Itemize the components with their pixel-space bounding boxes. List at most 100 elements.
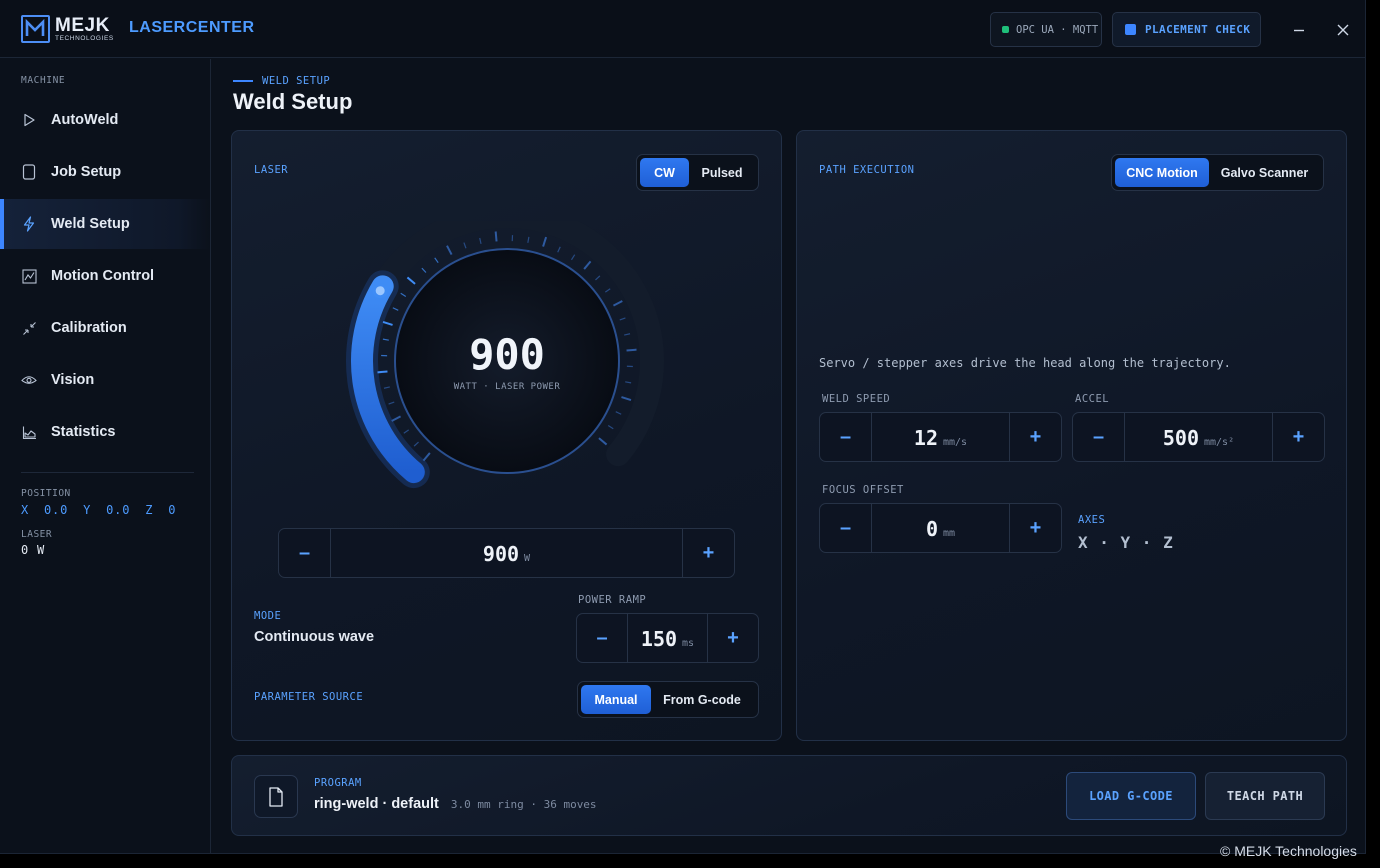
source-gcode-option[interactable]: From G-code (651, 685, 753, 714)
mode-label: MODE (254, 610, 282, 622)
brand-logo: MEJK TECHNOLOGIES (21, 15, 114, 43)
power-arc-knob (372, 283, 388, 299)
laser-power-stepper: – 900 W + (278, 528, 735, 578)
dial-tick (413, 441, 419, 447)
close-button[interactable] (1329, 16, 1357, 44)
accel-unit: mm/s² (1204, 437, 1235, 448)
load-gcode-button[interactable]: LOAD G-CODE (1066, 772, 1196, 820)
parameter-source-label: PARAMETER SOURCE (254, 691, 364, 703)
focus-decrement-button[interactable]: – (820, 504, 872, 552)
play-icon (21, 112, 37, 128)
teach-path-button[interactable]: TEACH PATH (1205, 772, 1325, 820)
dial-tick (422, 452, 431, 462)
sidebar-item-weld-setup[interactable]: Weld Setup (0, 199, 210, 249)
power-ramp-label: POWER RAMP (578, 594, 647, 606)
dial-tick (557, 246, 561, 253)
sidebar-item-statistics[interactable]: Statistics (0, 407, 210, 457)
sidebar-divider (21, 472, 194, 473)
dial-tick (377, 370, 388, 374)
speed-decrement-button[interactable]: – (820, 413, 872, 461)
dial-tick (434, 257, 439, 264)
dial-readout: 900 WATT · LASER POWER (396, 328, 618, 392)
parameter-source-toggle: Manual From G-code (577, 681, 759, 718)
accel-label: ACCEL (1075, 393, 1110, 405)
position-readout: X 0.0 Y 0.0 Z 0 (21, 503, 191, 517)
brand-subtitle: TECHNOLOGIES (55, 34, 114, 42)
placement-square-icon (1125, 24, 1136, 35)
program-file-icon (254, 775, 298, 818)
mode-cw-option[interactable]: CW (640, 158, 689, 187)
sidebar-item-label: Motion Control (51, 268, 155, 284)
dial-tick (494, 231, 498, 242)
dial-tick (388, 401, 395, 405)
page-title: Weld Setup (233, 89, 353, 114)
placement-check-button[interactable]: PLACEMENT CHECK (1112, 12, 1261, 47)
dial-tick (382, 320, 393, 326)
focus-increment-button[interactable]: + (1009, 504, 1061, 552)
app-window: MEJK TECHNOLOGIES LASERCENTER OPC UA · M… (0, 0, 1366, 854)
source-manual-option[interactable]: Manual (581, 685, 651, 714)
eye-icon (21, 372, 37, 388)
laser-card-title: LASER (254, 164, 289, 176)
accel-input-value[interactable]: 500 (1163, 426, 1199, 450)
laser-power-value: 900 (469, 330, 545, 379)
focus-offset-label: FOCUS OFFSET (822, 484, 904, 496)
dial-tick (619, 317, 626, 321)
focus-input-value[interactable]: 0 (926, 517, 938, 541)
weld-speed-label: WELD SPEED (822, 393, 891, 405)
accel-increment-button[interactable]: + (1272, 413, 1324, 461)
path-mode-toggle: CNC Motion Galvo Scanner (1111, 154, 1324, 191)
minimize-button[interactable] (1285, 16, 1313, 44)
laser-power-caption: WATT · LASER POWER (453, 382, 561, 392)
status-dot-icon (1002, 26, 1009, 33)
ramp-increment-button[interactable]: + (707, 614, 758, 662)
power-ramp-stepper: – 150 ms + (576, 613, 759, 663)
document-icon (21, 164, 37, 180)
power-input-value[interactable]: 900 (483, 542, 519, 566)
power-unit: W (524, 553, 531, 564)
logo-mark-icon (21, 15, 50, 43)
axes-label: AXES (1078, 514, 1106, 526)
ramp-input-value[interactable]: 150 (641, 627, 677, 651)
power-decrement-button[interactable]: – (279, 529, 331, 577)
dial-tick (383, 386, 390, 389)
connection-status[interactable]: OPC UA · MQTT (990, 12, 1102, 47)
ramp-decrement-button[interactable]: – (577, 614, 628, 662)
path-description: Servo / stepper axes drive the head alon… (819, 356, 1231, 370)
program-bar: PROGRAM ring-weld · default 3.0 mm ring … (231, 755, 1347, 836)
galvo-scanner-option[interactable]: Galvo Scanner (1209, 158, 1320, 187)
cnc-motion-option[interactable]: CNC Motion (1115, 158, 1209, 187)
speed-increment-button[interactable]: + (1009, 413, 1061, 461)
speed-unit: mm/s (943, 437, 968, 448)
sidebar-item-label: Statistics (51, 424, 116, 440)
focus-offset-stepper: – 0 mm + (819, 503, 1062, 553)
compress-arrows-icon (21, 320, 37, 336)
sidebar-item-calibration[interactable]: Calibration (0, 303, 210, 353)
brand-name: MEJK (55, 14, 110, 36)
dial-tick (463, 242, 467, 249)
laser-card: LASER CW Pulsed 900 WATT · LASER POWER –… (231, 130, 782, 741)
power-increment-button[interactable]: + (682, 529, 734, 577)
dial-tick (604, 288, 611, 293)
sidebar-item-vision[interactable]: Vision (0, 355, 210, 405)
chart-line-icon (21, 268, 37, 284)
dial-tick (625, 381, 632, 384)
dial-tick (595, 275, 601, 281)
dial-tick (406, 276, 416, 285)
accel-decrement-button[interactable]: – (1073, 413, 1125, 461)
close-icon (1337, 24, 1349, 36)
sidebar-item-job-setup[interactable]: Job Setup (0, 147, 210, 197)
dial-tick (391, 415, 402, 422)
path-execution-card: PATH EXECUTION CNC Motion Galvo Scanner … (796, 130, 1347, 741)
speed-input-value[interactable]: 12 (914, 426, 938, 450)
mode-pulsed-option[interactable]: Pulsed (689, 158, 755, 187)
placement-check-label: PLACEMENT CHECK (1145, 23, 1251, 36)
dial-tick (542, 236, 548, 247)
sidebar-item-autoweld[interactable]: AutoWeld (0, 95, 210, 145)
dial-tick (621, 396, 632, 402)
laser-label: LASER (21, 529, 53, 540)
breadcrumb: WELD SETUP (233, 75, 330, 87)
dial-tick (446, 245, 453, 256)
area-chart-icon (21, 424, 37, 440)
sidebar-item-motion-control[interactable]: Motion Control (0, 251, 210, 301)
